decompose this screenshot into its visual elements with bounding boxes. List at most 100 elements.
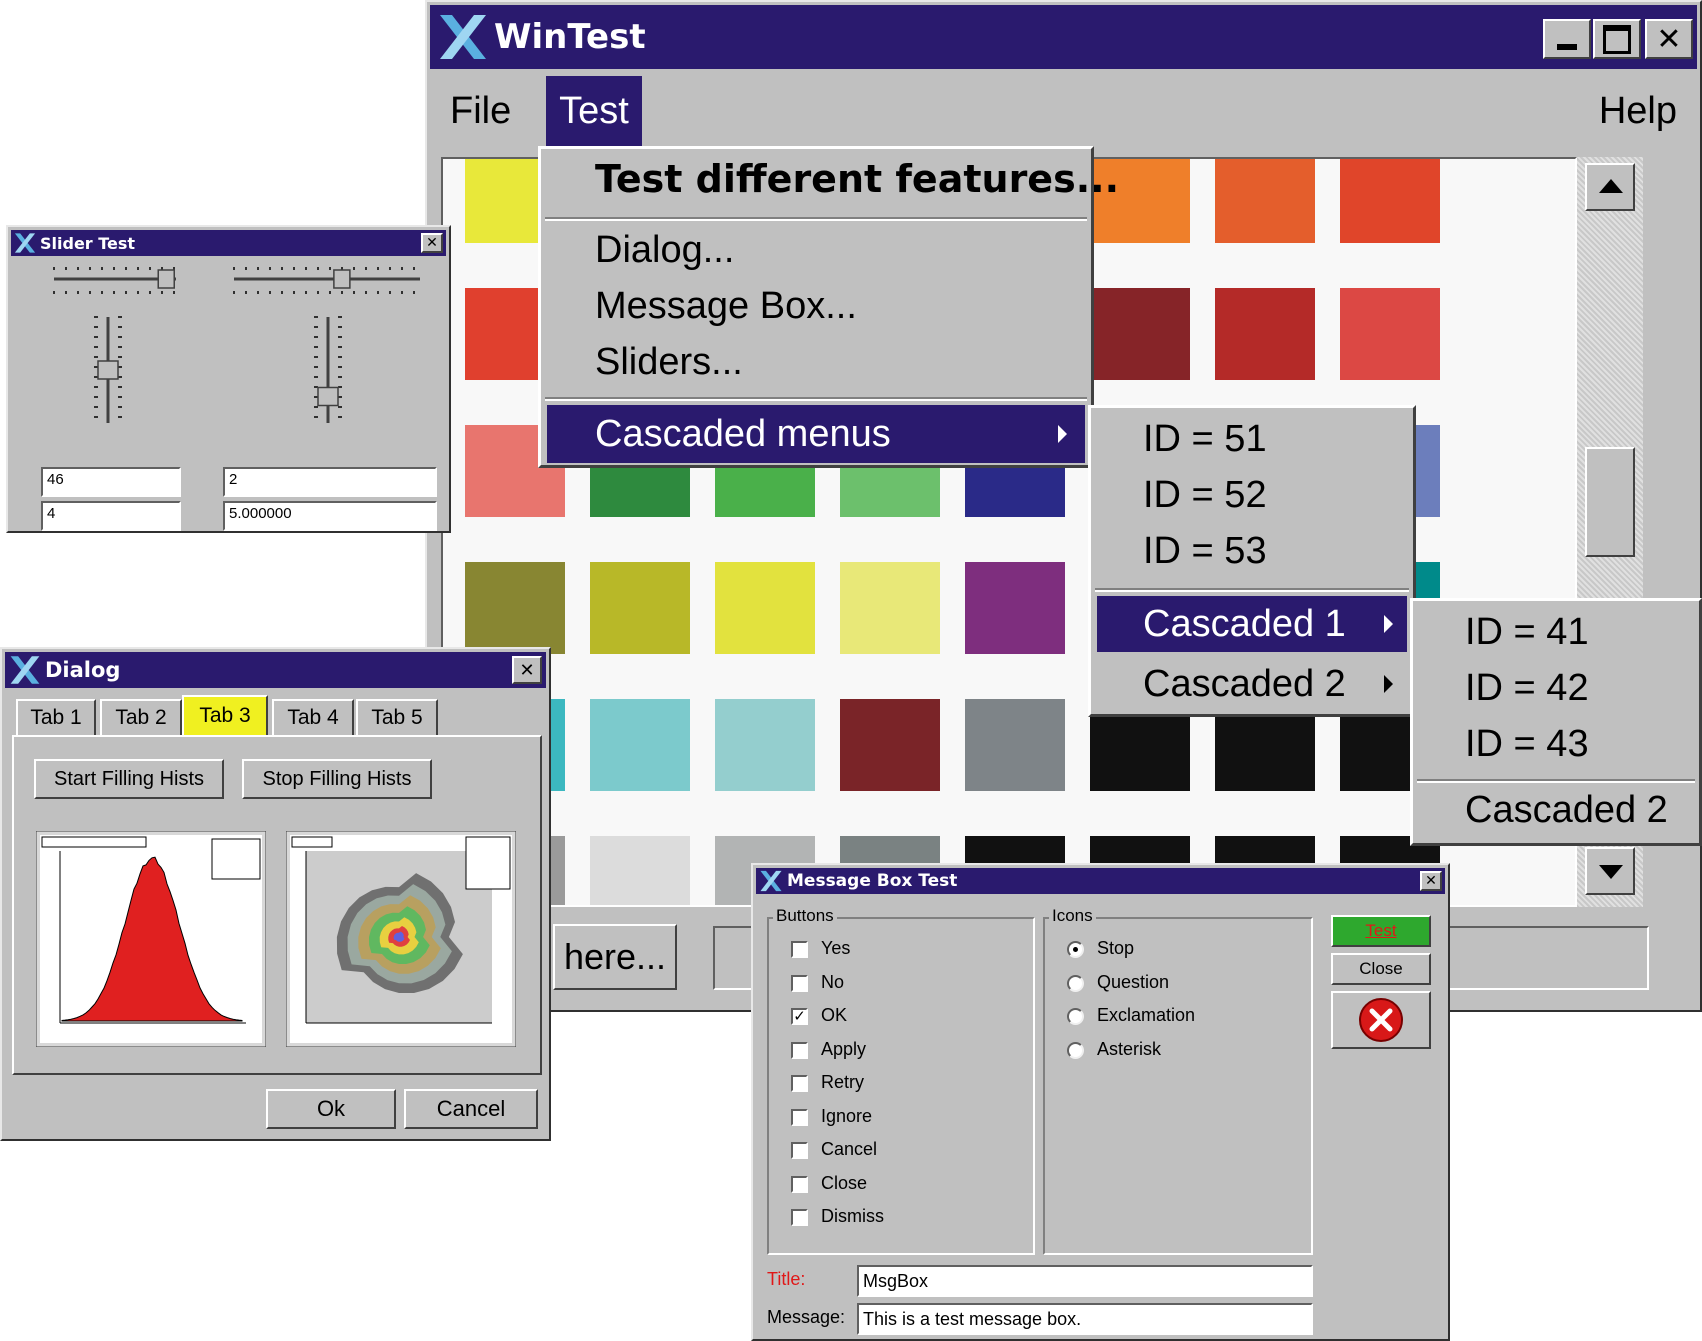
x-logo-icon: [10, 656, 40, 684]
tab-bar: Tab 1 Tab 2 Tab 3 Tab 4 Tab 5: [16, 695, 536, 737]
menu-file[interactable]: File: [450, 90, 511, 133]
color-swatch: [1215, 159, 1315, 243]
checkbox-label: Yes: [821, 938, 851, 958]
tab-4[interactable]: Tab 4: [272, 699, 354, 735]
radio-label: Asterisk: [1097, 1038, 1162, 1059]
menu-item-test-features[interactable]: Test different features...: [541, 157, 1119, 207]
color-swatch: [590, 699, 690, 791]
close-button[interactable]: ✕: [1645, 19, 1693, 59]
slider-field-2[interactable]: 2: [223, 467, 437, 497]
dialog-titlebar[interactable]: Dialog ✕: [5, 652, 546, 688]
maximize-icon: [1603, 24, 1631, 54]
scroll-down-button[interactable]: [1585, 847, 1635, 895]
scroll-up-button[interactable]: [1585, 163, 1635, 211]
checkbox-yes[interactable]: [791, 941, 808, 958]
tab-1[interactable]: Tab 1: [16, 699, 96, 735]
stop-icon-preview[interactable]: [1331, 991, 1431, 1049]
dialog-title: Dialog: [45, 658, 121, 682]
close-icon: ✕: [1425, 873, 1437, 889]
checkbox-label: Apply: [821, 1038, 867, 1059]
checkbox-label: Retry: [821, 1072, 865, 1092]
message-input[interactable]: This is a test message box.: [857, 1303, 1313, 1335]
menu-item-cascaded-menus[interactable]: Cascaded menus: [547, 405, 1085, 463]
menu-test[interactable]: Test: [546, 76, 642, 146]
checkbox-ignore[interactable]: [791, 1108, 808, 1126]
histogram-2d-canvas: [286, 831, 516, 1047]
slider-field-1[interactable]: 46: [41, 467, 181, 497]
close-button[interactable]: ✕: [512, 656, 542, 684]
close-button[interactable]: ✕: [421, 233, 443, 253]
v-slider-2-thumb[interactable]: [317, 386, 339, 407]
radio-label: Stop: [1097, 938, 1135, 958]
checkbox-no[interactable]: [791, 974, 808, 992]
slider-titlebar[interactable]: Slider Test ✕: [11, 230, 446, 256]
radio-asterisk[interactable]: [1067, 1041, 1084, 1059]
menu-item-cascaded-1[interactable]: Cascaded 1: [1097, 596, 1407, 652]
close-msg-button[interactable]: Close: [1331, 953, 1431, 985]
menu-item-message-box[interactable]: Message Box...: [541, 285, 1091, 335]
checkbox-close[interactable]: [791, 1175, 808, 1193]
slider-field-3[interactable]: 4: [41, 501, 181, 531]
menu-item-dialog[interactable]: Dialog...: [541, 229, 1091, 279]
x-logo-icon: [440, 15, 486, 59]
slider-field-4[interactable]: 5.000000: [223, 501, 437, 531]
msgbox-titlebar[interactable]: Message Box Test ✕: [756, 868, 1445, 894]
menu-item-id-41[interactable]: ID = 41: [1413, 611, 1699, 661]
checkbox-ok[interactable]: ✓: [791, 1008, 808, 1025]
test-button[interactable]: Test: [1331, 915, 1431, 947]
menu-item-id-42[interactable]: ID = 42: [1413, 667, 1699, 717]
title-input[interactable]: MsgBox: [857, 1265, 1313, 1297]
menu-item-cascaded-2-sub[interactable]: Cascaded 2: [1413, 789, 1699, 839]
checkbox-apply[interactable]: [791, 1041, 808, 1059]
stop-icon: [1359, 998, 1403, 1042]
color-swatch: [590, 836, 690, 905]
checkbox-dismiss[interactable]: [791, 1209, 808, 1226]
title-label: Title:: [767, 1269, 806, 1289]
menu-item-cascaded-2[interactable]: Cascaded 2: [1091, 656, 1413, 712]
v-slider-1-thumb[interactable]: [97, 360, 119, 380]
color-swatch: [1340, 288, 1440, 380]
stats-box: [465, 836, 511, 890]
cancel-button[interactable]: Cancel: [404, 1089, 538, 1129]
stop-filling-button[interactable]: Stop Filling Hists: [242, 759, 432, 799]
scroll-thumb[interactable]: [1585, 447, 1635, 557]
h-slider-1-thumb[interactable]: [157, 269, 175, 289]
radio-stop[interactable]: [1067, 941, 1084, 958]
wintest-titlebar[interactable]: WinTest ✕: [430, 5, 1697, 69]
icons-group-label: Icons: [1049, 906, 1096, 926]
test-menu: Test different features... Dialog... Mes…: [538, 146, 1119, 468]
radio-question[interactable]: [1067, 974, 1084, 992]
x-logo-icon: [14, 233, 36, 253]
color-swatch: [840, 562, 940, 654]
x-logo-icon: [760, 870, 782, 892]
menu-item-id-53[interactable]: ID = 53: [1091, 530, 1413, 580]
tab-2[interactable]: Tab 2: [100, 699, 182, 735]
menu-help[interactable]: Help: [1599, 90, 1677, 133]
radio-exclamation[interactable]: [1067, 1008, 1084, 1025]
menu-item-id-43[interactable]: ID = 43: [1413, 723, 1699, 773]
close-button[interactable]: ✕: [1420, 871, 1442, 891]
menu-separator: [545, 397, 1087, 401]
ok-button[interactable]: Ok: [266, 1089, 396, 1129]
minimize-button[interactable]: [1543, 19, 1591, 59]
tab-panel: Start Filling Hists Stop Filling Hists: [12, 735, 542, 1075]
menu-item-id-52[interactable]: ID = 52: [1091, 474, 1413, 524]
checkbox-cancel[interactable]: [791, 1142, 808, 1159]
maximize-button[interactable]: [1593, 19, 1641, 59]
checkbox-label: Close: [821, 1172, 868, 1193]
checkbox-label: Ignore: [821, 1105, 873, 1126]
tab-5[interactable]: Tab 5: [356, 699, 438, 735]
tab-3[interactable]: Tab 3: [182, 695, 268, 735]
here-button[interactable]: here...: [553, 924, 677, 990]
checkbox-retry[interactable]: [791, 1075, 808, 1092]
start-filling-button[interactable]: Start Filling Hists: [34, 759, 224, 799]
wintest-title: WinTest: [494, 17, 646, 57]
histogram-title-box: [291, 836, 333, 848]
icons-group: Stop Question Exclamation Asterisk: [1043, 917, 1313, 1255]
color-swatch: [965, 699, 1065, 791]
h-slider-2-thumb[interactable]: [333, 269, 351, 289]
radio-label: Exclamation: [1097, 1005, 1196, 1025]
menu-item-sliders[interactable]: Sliders...: [541, 341, 1091, 391]
menu-item-id-51[interactable]: ID = 51: [1091, 418, 1413, 468]
arrow-down-icon: [1599, 865, 1623, 879]
